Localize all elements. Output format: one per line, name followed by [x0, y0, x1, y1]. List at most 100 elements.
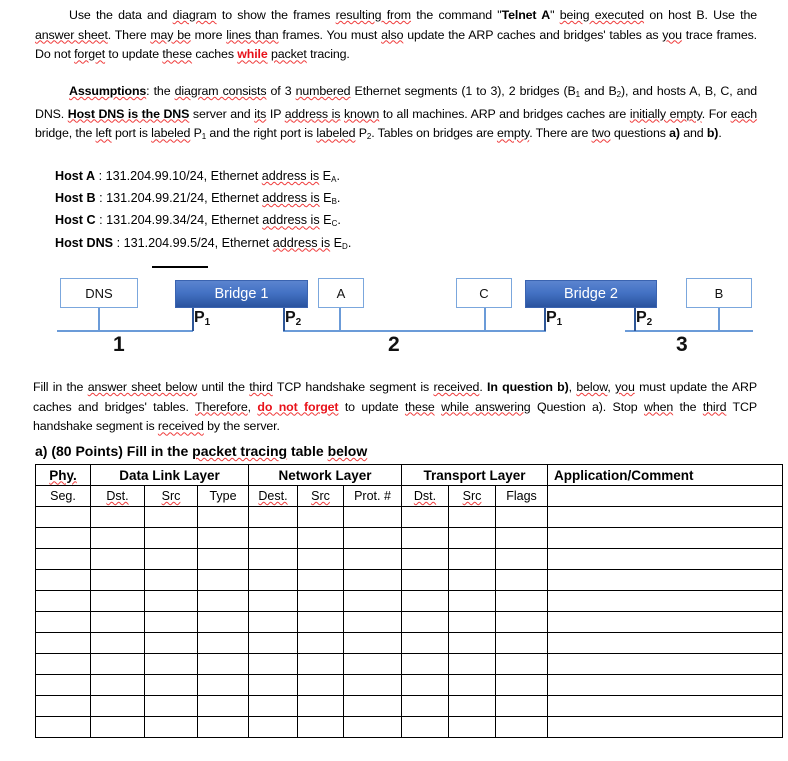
table-cell[interactable]	[448, 569, 496, 591]
table-cell[interactable]	[144, 674, 198, 696]
table-cell[interactable]	[90, 695, 145, 717]
table-cell[interactable]	[144, 548, 198, 570]
table-cell[interactable]	[343, 674, 402, 696]
table-cell[interactable]	[448, 590, 496, 612]
table-cell[interactable]	[297, 527, 344, 549]
table-cell[interactable]	[297, 653, 344, 675]
table-cell[interactable]	[448, 695, 496, 717]
table-cell[interactable]	[197, 590, 249, 612]
table-cell[interactable]	[448, 527, 496, 549]
table-cell[interactable]	[35, 674, 91, 696]
table-cell[interactable]	[297, 716, 344, 738]
table-cell[interactable]	[197, 632, 249, 654]
table-cell[interactable]	[144, 632, 198, 654]
table-cell[interactable]	[90, 716, 145, 738]
table-cell[interactable]	[547, 569, 783, 591]
table-cell[interactable]	[495, 716, 548, 738]
table-cell[interactable]	[547, 611, 783, 633]
table-cell[interactable]	[401, 632, 449, 654]
table-cell[interactable]	[197, 506, 249, 528]
table-row[interactable]	[35, 653, 783, 675]
table-row[interactable]	[35, 548, 783, 570]
table-cell[interactable]	[248, 653, 298, 675]
table-cell[interactable]	[248, 590, 298, 612]
table-cell[interactable]	[90, 632, 145, 654]
table-cell[interactable]	[448, 716, 496, 738]
table-cell[interactable]	[35, 569, 91, 591]
table-cell[interactable]	[297, 632, 344, 654]
table-cell[interactable]	[401, 674, 449, 696]
table-cell[interactable]	[197, 527, 249, 549]
table-cell[interactable]	[401, 506, 449, 528]
table-cell[interactable]	[90, 653, 145, 675]
table-cell[interactable]	[343, 548, 402, 570]
table-cell[interactable]	[144, 611, 198, 633]
table-cell[interactable]	[547, 548, 783, 570]
table-cell[interactable]	[448, 611, 496, 633]
table-cell[interactable]	[35, 653, 91, 675]
table-cell[interactable]	[248, 569, 298, 591]
table-body[interactable]	[35, 506, 783, 738]
table-cell[interactable]	[495, 569, 548, 591]
table-cell[interactable]	[343, 590, 402, 612]
table-row[interactable]	[35, 569, 783, 591]
node-b[interactable]: B	[686, 278, 752, 308]
table-cell[interactable]	[90, 611, 145, 633]
table-cell[interactable]	[401, 569, 449, 591]
table-cell[interactable]	[401, 716, 449, 738]
table-cell[interactable]	[448, 653, 496, 675]
table-cell[interactable]	[495, 653, 548, 675]
table-cell[interactable]	[297, 674, 344, 696]
bridge-2-box[interactable]: Bridge 2	[525, 280, 657, 308]
table-cell[interactable]	[197, 569, 249, 591]
table-cell[interactable]	[35, 716, 91, 738]
table-cell[interactable]	[90, 590, 145, 612]
table-cell[interactable]	[197, 548, 249, 570]
table-cell[interactable]	[35, 506, 91, 528]
table-cell[interactable]	[90, 569, 145, 591]
table-cell[interactable]	[90, 527, 145, 549]
table-cell[interactable]	[248, 695, 298, 717]
table-cell[interactable]	[448, 632, 496, 654]
table-cell[interactable]	[343, 506, 402, 528]
table-cell[interactable]	[197, 611, 249, 633]
table-cell[interactable]	[343, 527, 402, 549]
table-cell[interactable]	[495, 674, 548, 696]
table-cell[interactable]	[343, 695, 402, 717]
table-cell[interactable]	[448, 674, 496, 696]
table-row[interactable]	[35, 611, 783, 633]
table-cell[interactable]	[495, 590, 548, 612]
table-cell[interactable]	[547, 695, 783, 717]
table-cell[interactable]	[144, 695, 198, 717]
table-row[interactable]	[35, 695, 783, 717]
table-cell[interactable]	[90, 674, 145, 696]
table-cell[interactable]	[297, 548, 344, 570]
table-cell[interactable]	[144, 716, 198, 738]
table-row[interactable]	[35, 527, 783, 549]
table-cell[interactable]	[401, 695, 449, 717]
table-cell[interactable]	[495, 611, 548, 633]
table-cell[interactable]	[401, 611, 449, 633]
table-cell[interactable]	[248, 506, 298, 528]
table-cell[interactable]	[197, 716, 249, 738]
table-row[interactable]	[35, 632, 783, 654]
table-cell[interactable]	[197, 695, 249, 717]
table-cell[interactable]	[248, 527, 298, 549]
table-cell[interactable]	[547, 716, 783, 738]
table-cell[interactable]	[35, 632, 91, 654]
table-cell[interactable]	[90, 506, 145, 528]
packet-tracing-table[interactable]: Phy. Data Link Layer Network Layer Trans…	[35, 464, 783, 738]
table-cell[interactable]	[401, 527, 449, 549]
table-cell[interactable]	[144, 506, 198, 528]
bridge-1-box[interactable]: Bridge 1	[175, 280, 308, 308]
table-cell[interactable]	[35, 611, 91, 633]
table-cell[interactable]	[495, 695, 548, 717]
table-cell[interactable]	[547, 632, 783, 654]
table-cell[interactable]	[547, 506, 783, 528]
table-cell[interactable]	[144, 569, 198, 591]
table-row[interactable]	[35, 506, 783, 528]
node-c[interactable]: C	[456, 278, 512, 308]
table-cell[interactable]	[297, 611, 344, 633]
table-cell[interactable]	[197, 674, 249, 696]
table-cell[interactable]	[495, 506, 548, 528]
